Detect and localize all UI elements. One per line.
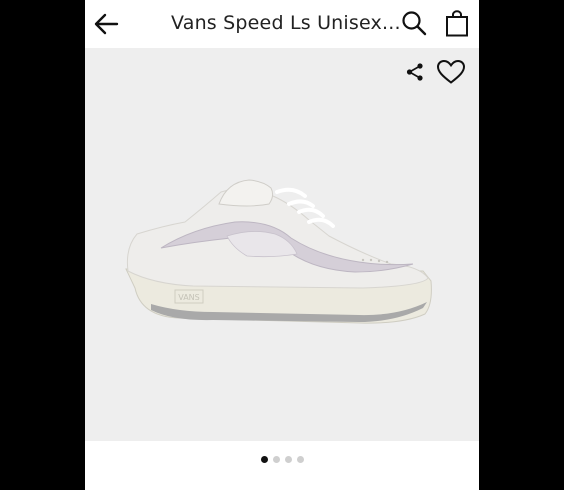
- carousel-indicator: [85, 456, 479, 468]
- search-icon: [402, 11, 427, 36]
- carousel-dot[interactable]: [284, 456, 292, 463]
- product-screen: Vans Speed Ls Unisex... VANS: [85, 0, 479, 490]
- carousel-dot[interactable]: [296, 456, 304, 463]
- arrow-left-icon: [94, 13, 119, 35]
- carousel-dot[interactable]: [260, 456, 268, 463]
- share-button[interactable]: [405, 62, 425, 82]
- page-title: Vans Speed Ls Unisex...: [171, 12, 399, 34]
- heart-icon: [436, 59, 466, 84]
- shopping-bag-button[interactable]: [445, 10, 469, 37]
- back-button[interactable]: [91, 9, 121, 39]
- carousel-dot[interactable]: [272, 456, 280, 463]
- favorite-button[interactable]: [436, 59, 466, 85]
- share-icon: [406, 63, 423, 81]
- product-image[interactable]: VANS: [85, 48, 479, 441]
- shopping-bag-icon: [446, 10, 468, 37]
- sole-brand-mark: VANS: [178, 293, 200, 302]
- top-bar: Vans Speed Ls Unisex...: [85, 0, 479, 48]
- search-button[interactable]: [401, 10, 427, 36]
- sneaker-illustration: VANS: [125, 179, 432, 324]
